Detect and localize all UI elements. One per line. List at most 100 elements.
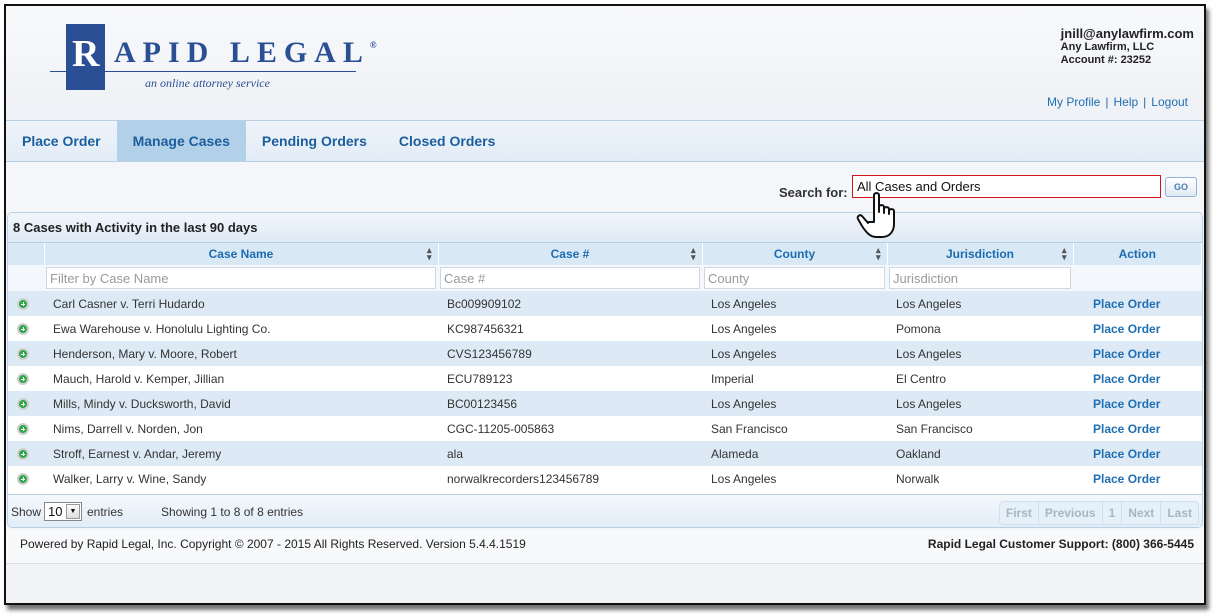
filter-spacer (8, 265, 44, 291)
search-input[interactable] (852, 175, 1161, 198)
expand-plus-icon[interactable] (17, 373, 29, 386)
action-cell: Place Order (1073, 416, 1202, 441)
expand-cell (8, 391, 44, 416)
column-header-case-number[interactable]: Case # ▴ ▾ (438, 243, 703, 265)
expand-plus-icon[interactable] (17, 398, 29, 411)
pager-page-1-button[interactable]: 1 (1103, 502, 1123, 524)
action-cell: Place Order (1073, 466, 1202, 491)
expand-cell (8, 416, 44, 441)
case-name-cell: Mills, Mindy v. Ducksworth, David (44, 391, 438, 416)
jurisdiction-filter-input[interactable] (889, 267, 1071, 289)
sort-icon: ▴ ▾ (426, 245, 432, 262)
place-order-link[interactable]: Place Order (1093, 372, 1160, 386)
county-filter-input[interactable] (704, 267, 885, 289)
filter-cell (44, 265, 438, 291)
support-phone: Rapid Legal Customer Support: (800) 366-… (927, 537, 1194, 551)
place-order-link[interactable]: Place Order (1093, 472, 1160, 486)
case-name-cell: Ewa Warehouse v. Honolulu Lighting Co. (44, 316, 438, 341)
action-cell: Place Order (1073, 341, 1202, 366)
case-number-cell: Bc009909102 (438, 291, 702, 316)
entries-label: entries (87, 505, 124, 519)
action-cell: Place Order (1073, 316, 1202, 341)
sort-icon: ▴ ▾ (875, 245, 881, 262)
table-row: Walker, Larry v. Wine, Sandy norwalkrecor… (8, 466, 1202, 491)
expand-cell (8, 441, 44, 466)
table-row: Nims, Darrell v. Norden, Jon CGC-11205-00… (8, 416, 1202, 441)
grid-footer: Show 10 ▼ entries Showing 1 to 8 of 8 ent… (8, 494, 1202, 527)
case-number-cell: ECU789123 (438, 366, 702, 391)
place-order-link[interactable]: Place Order (1093, 422, 1160, 436)
expand-cell (8, 291, 44, 316)
dropdown-arrow-icon[interactable]: ▼ (66, 504, 80, 519)
page-size-select[interactable]: 10 ▼ (44, 502, 82, 521)
account-number: Account #: 23252 (1060, 54, 1152, 66)
place-order-link[interactable]: Place Order (1093, 447, 1160, 461)
grid-title: 8 Cases with Activity in the last 90 day… (8, 213, 1202, 243)
link-separator: | (1143, 95, 1147, 109)
case-number-filter-input[interactable] (440, 267, 700, 289)
search-label: Search for: (779, 185, 848, 200)
filter-cell (438, 265, 702, 291)
column-header-county[interactable]: County ▴ ▾ (702, 243, 888, 265)
pager-previous-button[interactable]: Previous (1039, 502, 1103, 524)
case-name-cell: Mauch, Harold v. Kemper, Jillian (44, 366, 438, 391)
logout-link[interactable]: Logout (1151, 95, 1188, 109)
page-size-value: 10 (48, 504, 63, 519)
rapid-legal-logo[interactable]: R APID LEGAL® an online attorney service (50, 24, 377, 96)
logo-wordmark: APID LEGAL® (114, 36, 377, 70)
column-label: County (773, 247, 816, 261)
place-order-link[interactable]: Place Order (1093, 322, 1160, 336)
user-email: jnill@anylawfirm.com (1060, 26, 1194, 41)
place-order-link[interactable]: Place Order (1093, 347, 1160, 361)
jurisdiction-cell: Los Angeles (887, 291, 1073, 316)
column-label: Jurisdiction (945, 247, 1014, 261)
tab-manage-cases[interactable]: Manage Cases (116, 121, 246, 161)
case-name-cell: Henderson, Mary v. Moore, Robert (44, 341, 438, 366)
filter-spacer (1073, 265, 1202, 291)
expand-plus-icon[interactable] (17, 423, 29, 436)
column-header-jurisdiction[interactable]: Jurisdiction ▴ ▾ (887, 243, 1074, 265)
show-label: Show (11, 505, 42, 519)
expand-plus-icon[interactable] (17, 323, 29, 336)
logo-initial: R (72, 33, 100, 75)
tab-place-order[interactable]: Place Order (6, 121, 117, 161)
my-profile-link[interactable]: My Profile (1047, 95, 1100, 109)
sort-icon: ▴ ▾ (1061, 245, 1067, 262)
filter-cell (887, 265, 1073, 291)
tab-pending-orders[interactable]: Pending Orders (246, 121, 383, 161)
jurisdiction-cell: Oakland (887, 441, 1073, 466)
place-order-link[interactable]: Place Order (1093, 397, 1160, 411)
go-button[interactable]: GO (1165, 177, 1197, 197)
expand-plus-icon[interactable] (17, 348, 29, 361)
expand-plus-icon[interactable] (17, 448, 29, 461)
case-name-cell: Stroff, Earnest v. Andar, Jeremy (44, 441, 438, 466)
column-header-case-name[interactable]: Case Name ▴ ▾ (44, 243, 439, 265)
county-cell: Los Angeles (702, 466, 887, 491)
expand-plus-icon[interactable] (17, 298, 29, 311)
sort-icon: ▴ ▾ (690, 245, 696, 262)
case-name-filter-input[interactable] (46, 267, 436, 289)
pager-first-button[interactable]: First (1000, 502, 1039, 524)
table-row: Mauch, Harold v. Kemper, Jillian ECU78912… (8, 366, 1202, 391)
case-number-cell: norwalkrecorders123456789 (438, 466, 702, 491)
user-links: My Profile | Help | Logout (1047, 95, 1188, 109)
help-link[interactable]: Help (1113, 95, 1138, 109)
expand-plus-icon[interactable] (17, 473, 29, 486)
expand-cell (8, 341, 44, 366)
pager-last-button[interactable]: Last (1161, 502, 1198, 524)
place-order-link[interactable]: Place Order (1093, 297, 1160, 311)
link-separator: | (1105, 95, 1109, 109)
account-info: jnill@anylawfirm.com Any Lawfirm, LLC Ac… (1061, 26, 1194, 67)
logo-tagline: an online attorney service (145, 76, 270, 90)
browser-frame: R APID LEGAL® an online attorney service… (4, 4, 1206, 605)
jurisdiction-cell: Norwalk (887, 466, 1073, 491)
jurisdiction-cell: Pomona (887, 316, 1073, 341)
copyright-text: Powered by Rapid Legal, Inc. Copyright ©… (20, 537, 526, 551)
table-header-row: Case Name ▴ ▾ Case # ▴ ▾ County ▴ ▾ Jurisdicti… (8, 243, 1202, 265)
column-label: Case Name (208, 247, 274, 261)
tab-closed-orders[interactable]: Closed Orders (383, 121, 511, 161)
action-cell: Place Order (1073, 291, 1202, 316)
pager-next-button[interactable]: Next (1122, 502, 1162, 524)
expand-cell (8, 466, 44, 491)
county-cell: Alameda (702, 441, 887, 466)
